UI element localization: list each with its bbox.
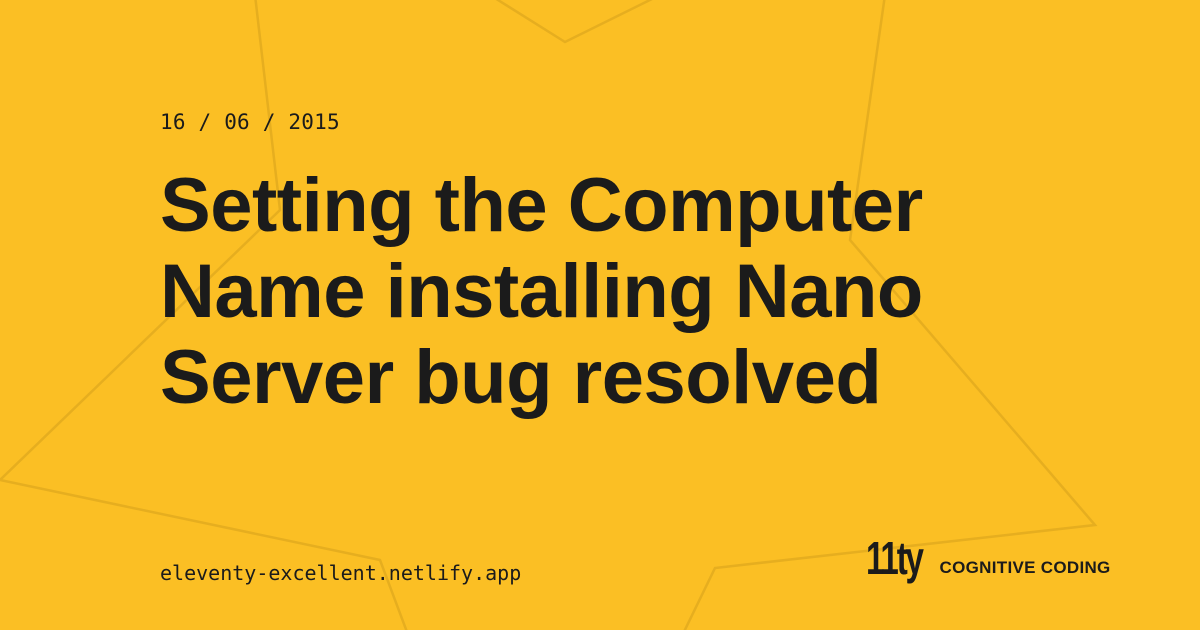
eleventy-logo-icon: 11ty (866, 532, 924, 584)
site-url-link[interactable]: eleventy-excellent.netlify.app (160, 561, 521, 585)
post-title: Setting the Computer Name installing Nan… (160, 163, 923, 420)
post-date: 16 / 06 / 2015 (160, 110, 340, 134)
brand: 11ty COGNITIVE CODING (866, 532, 1111, 584)
site-name: COGNITIVE CODING (939, 558, 1111, 577)
